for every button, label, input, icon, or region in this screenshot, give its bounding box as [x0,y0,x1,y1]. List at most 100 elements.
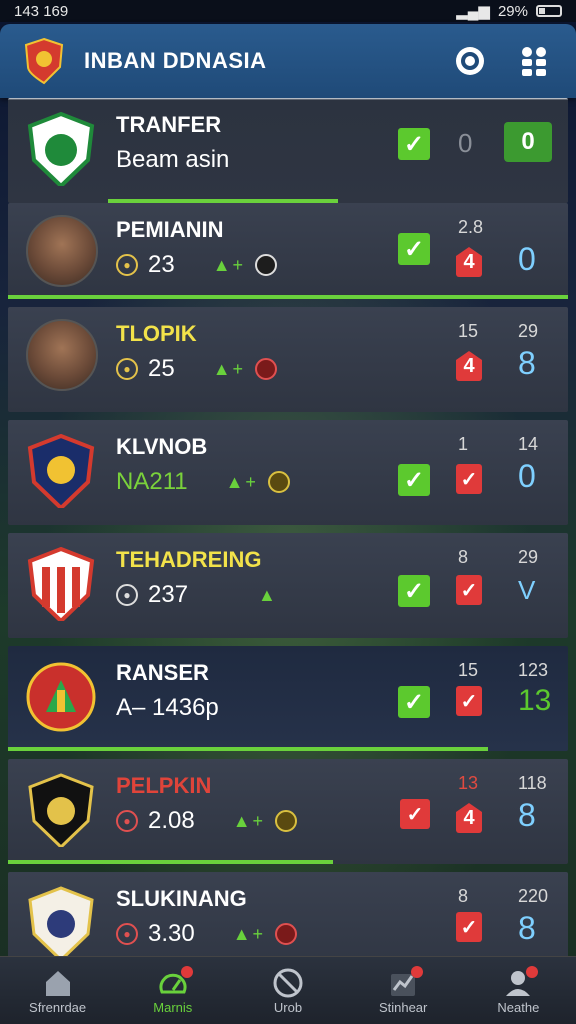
club-crest-icon [28,773,94,847]
transfer-arrows-icon: ▲+ [225,471,258,492]
list-item[interactable]: PELPKIN ● 2.08 ▲+ ✓ 13 118 4 8 [8,759,568,864]
stat-top-2: 118 [518,773,547,793]
checkbox[interactable]: ✓ [398,686,430,718]
stat-top: 13 [458,773,479,793]
stat-top: 8 [458,547,469,567]
nav-urob[interactable]: Urob [238,966,338,1015]
stat-top: 15 [458,660,479,680]
stat-top-2: 14 [518,434,539,454]
item-subtitle: A– 1436p [116,694,219,721]
club-crest-icon [26,662,96,732]
item-subtitle: Beam asin [116,146,230,173]
stat-top: 2.8 [458,217,484,237]
stat-top-2: 29 [518,321,539,341]
club-crest-icon [27,112,95,186]
checkbox[interactable]: ✓ [398,233,430,265]
stat-top: 8 [458,886,469,906]
item-subtitle: ● 2.08 ▲+ [116,807,298,835]
status-time: 143 169 [14,2,69,20]
nav-label: Stinhear [378,1000,428,1015]
list-item[interactable]: TRANFER Beam asin ✓ 0 0 [8,98,568,203]
battery-icon [536,5,562,17]
stat-value: 8 [518,345,536,381]
mini-badge-icon: ● [116,923,138,945]
item-title: RANSER [116,660,209,685]
red-stat: 4 [456,351,482,381]
red-check-icon: ✓ [400,799,430,829]
bottom-nav: Sfrenrdae Marnis Urob Stinhear Neathe [0,956,576,1024]
progress-bar [8,295,568,299]
item-subtitle: NA211 ▲+ [116,468,290,496]
stat-top: 15 [458,321,479,341]
club-badge-icon [275,810,298,832]
app-header: INBAN DDNASIA [0,24,576,98]
item-title: SLUKINANG [116,886,247,911]
stat-value: V [518,575,536,605]
list-item[interactable]: RANSER A– 1436p ✓ 15 123 ✓ 13 [8,646,568,751]
nav-profile[interactable]: Neathe [468,966,568,1015]
stat-top-2: 123 [518,660,549,680]
menu-grid-icon[interactable] [516,43,552,79]
checkbox[interactable]: ✓ [398,128,430,160]
list-item[interactable]: TLOPIK ● 25 ▲+ 15 29 4 8 [8,307,568,412]
red-check-icon: ✓ [456,686,482,716]
notification-dot [411,966,424,978]
checkbox[interactable]: ✓ [398,464,430,496]
red-stat: 4 [456,803,482,833]
club-crest-icon [24,37,64,85]
avatar [26,319,98,391]
club-crest-icon [28,886,94,960]
item-title: PELPKIN [116,773,212,798]
transfer-arrows-icon: ▲+ [212,254,246,275]
nav-matches[interactable]: Marnis [123,966,223,1015]
home-icon [41,966,75,1000]
app-title: INBAN DDNASIA [84,48,267,73]
item-subtitle: ● 25 ▲+ [116,355,278,383]
transfer-arrows-icon: ▲ [258,584,278,605]
nav-stats[interactable]: Stinhear [353,966,453,1015]
red-check-icon: ✓ [456,464,482,494]
value-button[interactable]: 0 [504,122,552,162]
club-badge-icon [255,358,278,380]
nav-label: Marnis [153,1000,193,1015]
stat-value: 8 [518,797,536,833]
club-crest-icon [27,434,95,508]
nav-home[interactable]: Sfrenrdae [8,966,108,1015]
red-check-icon: ✓ [456,575,482,605]
notification-dot [526,966,539,978]
item-subtitle: ● 23 ▲+ [116,251,278,279]
status-bar: 143 169 ▂▄▆ 29% [0,0,576,22]
ban-icon [271,966,305,1000]
nav-label: Neathe [497,1000,540,1015]
signal-icon: ▂▄▆ [456,3,490,20]
item-title: KLVNOB [116,434,208,459]
mini-badge-icon: ● [116,584,138,606]
item-subtitle: ● 237 ▲ [116,581,278,609]
avatar [26,215,98,287]
item-title: TRANFER [116,112,222,137]
transfer-list: TRANFER Beam asin ✓ 0 0 PEMIANIN ● 23 ▲+… [8,98,568,985]
nav-label: Sfrenrdae [29,1000,87,1015]
list-item[interactable]: PEMIANIN ● 23 ▲+ ✓ 2.8 4 0 [8,203,568,299]
item-subtitle: ● 3.30 ▲+ [116,920,298,948]
transfer-arrows-icon: ▲+ [212,358,246,379]
club-badge-icon [275,923,298,945]
stat-value: 0 [518,241,536,277]
transfer-arrows-icon: ▲+ [232,810,266,831]
item-title: TLOPIK [116,321,197,346]
mini-badge-icon: ● [116,358,138,380]
muted-value: 0 [458,128,473,158]
red-check-icon: ✓ [456,912,482,942]
progress-bar [8,860,333,864]
club-crest-icon [27,547,95,621]
notification-dot [180,966,193,978]
list-item[interactable]: TEHADREING ● 237 ▲ ✓ 8 29 ✓ V [8,533,568,638]
stat-top-2: 220 [518,886,549,906]
stat-value: 8 [518,910,536,946]
list-item[interactable]: KLVNOB NA211 ▲+ ✓ 1 14 ✓ 0 [8,420,568,525]
stat-top-2: 29 [518,547,539,567]
at-icon[interactable] [452,43,488,79]
checkbox[interactable]: ✓ [398,575,430,607]
mini-badge-icon: ● [116,254,138,276]
status-icons: ▂▄▆ 29% [456,2,562,20]
